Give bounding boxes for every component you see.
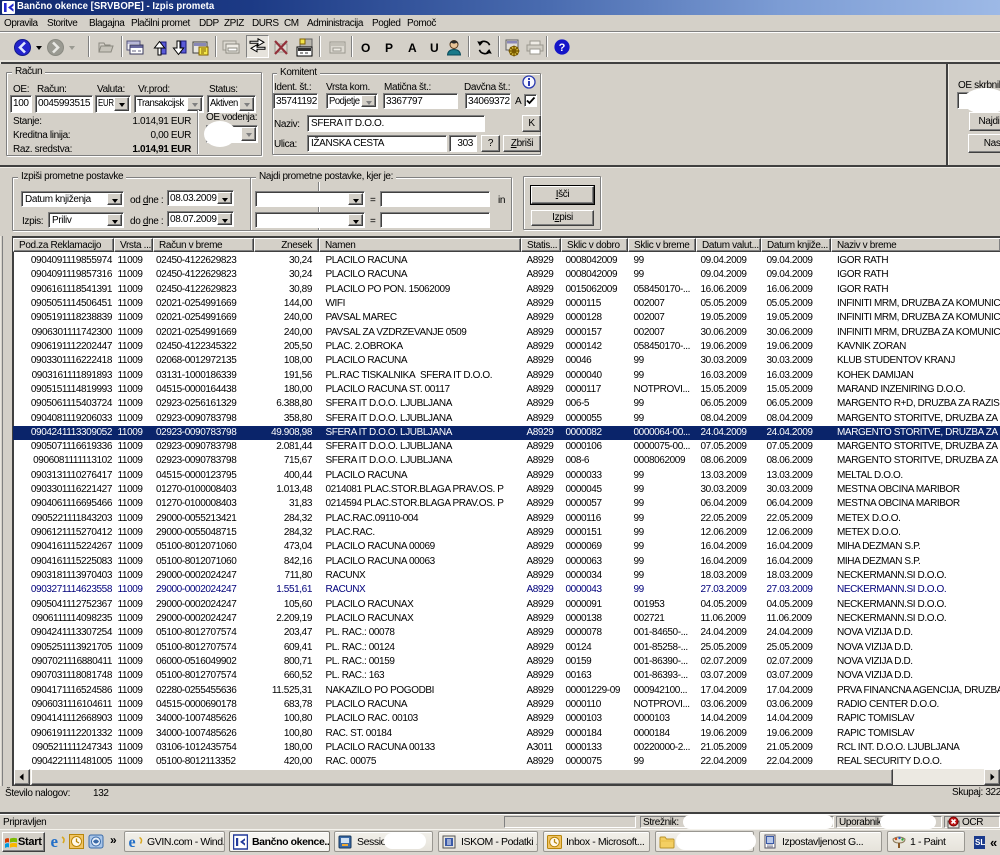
svg-text:?: ? (559, 42, 566, 54)
svg-text:e: e (129, 834, 136, 850)
svg-text:e: e (51, 833, 59, 850)
